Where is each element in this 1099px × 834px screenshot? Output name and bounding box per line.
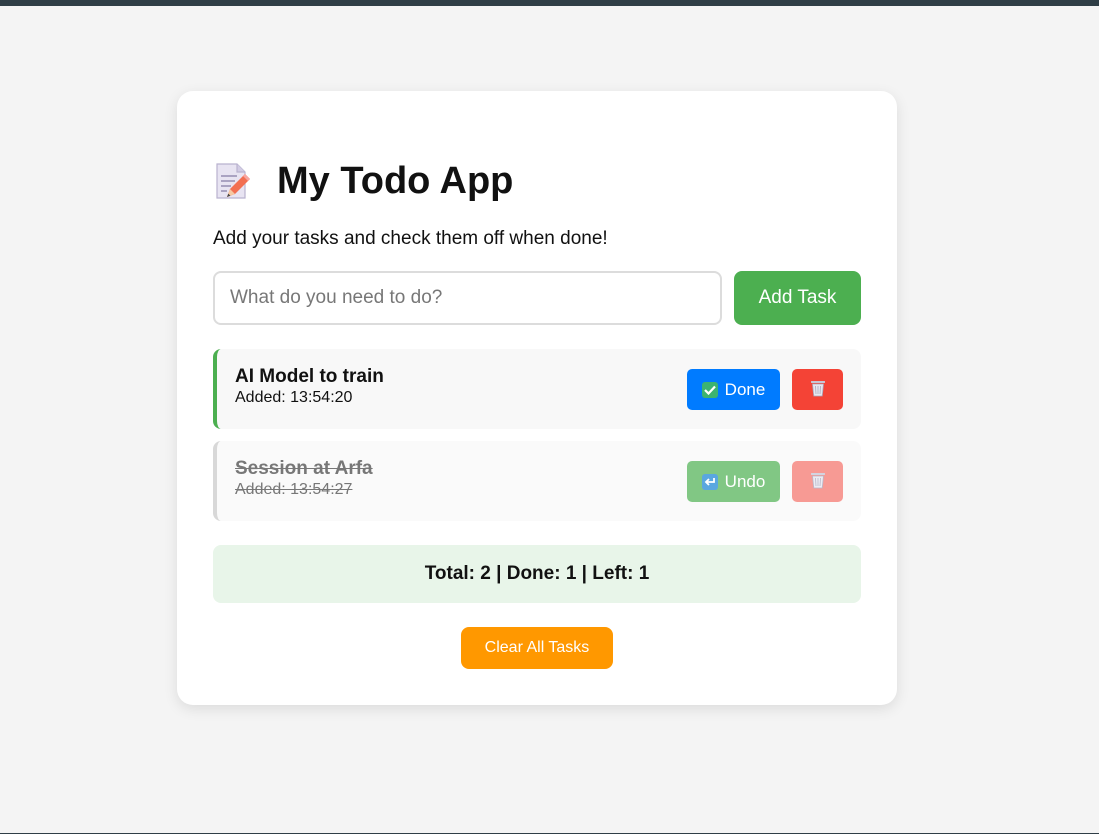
task-stats: Total: 2 | Done: 1 | Left: 1 [213, 545, 861, 603]
trash-bin-icon [810, 379, 826, 400]
add-task-button[interactable]: Add Task [734, 271, 861, 325]
todo-title: Session at Arfa [235, 458, 373, 479]
undo-button-label: Undo [724, 471, 766, 491]
memo-icon [213, 161, 251, 201]
title-row: My Todo App [213, 155, 513, 207]
todo-text: Session at Arfa Added: 13:54:27 [235, 458, 373, 500]
task-input[interactable] [213, 271, 722, 325]
delete-button[interactable] [792, 369, 843, 410]
clear-all-button[interactable]: Clear All Tasks [461, 627, 613, 669]
delete-button[interactable] [792, 461, 843, 502]
check-box-icon [701, 381, 718, 398]
undo-arrow-icon [701, 473, 718, 490]
todo-item: Session at Arfa Added: 13:54:27 Undo [213, 441, 861, 521]
todo-time: Added: 13:54:27 [235, 481, 353, 498]
window-top-strip [0, 0, 1099, 6]
todo-item: AI Model to train Added: 13:54:20 Done [213, 349, 861, 429]
page-title: My Todo App [277, 160, 514, 202]
add-task-row: Add Task [213, 271, 861, 325]
todo-list: AI Model to train Added: 13:54:20 Done S… [213, 349, 861, 533]
done-button-label: Done [724, 379, 766, 399]
todo-time: Added: 13:54:20 [235, 389, 353, 406]
trash-bin-icon [810, 471, 826, 492]
todo-card: My Todo App Add your tasks and check the… [177, 91, 897, 705]
undo-button[interactable]: Undo [687, 461, 780, 502]
todo-text: AI Model to train Added: 13:54:20 [235, 366, 384, 408]
page-subtitle: Add your tasks and check them off when d… [213, 228, 608, 249]
todo-title: AI Model to train [235, 366, 384, 387]
done-button[interactable]: Done [687, 369, 780, 410]
